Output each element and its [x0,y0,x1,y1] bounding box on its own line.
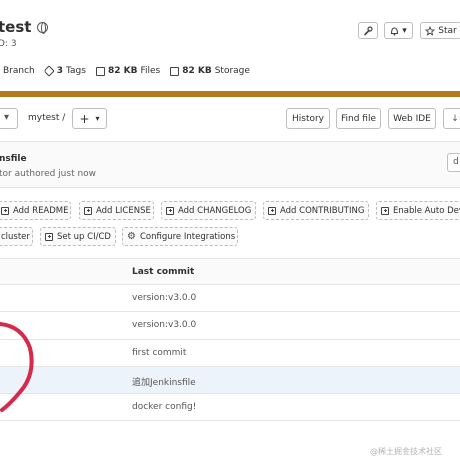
row-last-commit[interactable]: 追加Jenkinsfile [132,375,196,388]
clone-button[interactable]: ↓ [443,108,460,129]
project-title: test [0,18,49,36]
chevron-down-icon: ▾ [95,114,100,123]
add-license-label: Add LICENSE [96,205,151,216]
add-license-button[interactable]: Add LICENSE [79,201,154,220]
plus-square-icon [84,206,92,215]
chevron-down-icon: ▾ [4,112,10,123]
banner-bar [0,91,460,97]
table-row[interactable]: version:v3.0.0 [0,312,460,340]
row-last-commit[interactable]: version:v3.0.0 [132,293,196,303]
add-changelog-button[interactable]: Add CHANGELOG [161,201,256,220]
stat-storage[interactable]: 82 KB Storage [170,66,250,76]
setup-cicd-button[interactable]: Set up CI/CD [40,227,116,246]
plus-square-icon [166,206,174,215]
row-last-commit[interactable]: version:v3.0.0 [132,320,196,330]
table-row[interactable]: docker config! [0,394,460,422]
project-name: test [0,18,32,36]
commit-title[interactable]: nsfile [0,154,27,164]
chevron-down-icon: ▾ [402,25,407,36]
web-ide-button[interactable]: Web IDE [388,108,436,129]
globe-icon [37,21,49,34]
settings-button[interactable] [358,22,378,39]
add-changelog-label: Add CHANGELOG [178,205,252,216]
star-label: Star [438,25,457,36]
stat-storage-label: Storage [214,66,250,76]
branch-selector[interactable]: ▾ [0,108,18,129]
bell-icon [391,26,399,36]
add-readme-label: Add README [13,205,69,216]
table-row[interactable]: version:v3.0.0 [0,285,460,313]
tag-icon [43,65,55,77]
stat-storage-value: 82 KB [182,66,212,76]
stat-tags-value: 3 [56,66,64,76]
stat-files-value: 82 KB [107,66,138,76]
history-button[interactable]: History [286,108,330,129]
plus-square-icon [1,206,9,215]
add-contributing-button[interactable]: Add CONTRIBUTING [263,201,369,220]
add-to-tree-button[interactable]: + ▾ [72,108,107,129]
last-commit-panel: nsfile tor authored just now d [0,141,460,188]
add-cluster-button[interactable]: cluster [0,227,33,246]
download-icon: ↓ [451,113,459,124]
wrench-icon [364,25,373,35]
stat-branches[interactable]: Branch [0,66,35,76]
find-file-button[interactable]: Find file [336,108,381,129]
star-button[interactable]: Star [420,22,460,39]
row-last-commit[interactable]: first commit [132,348,186,358]
stat-tags[interactable]: 3 Tags [43,65,86,77]
setup-cicd-label: Set up CI/CD [57,231,111,242]
watermark: @稀土掘金技术社区 [370,447,442,456]
stat-branches-label: Branch [3,66,35,76]
file-tree-table: Last commit version:v3.0.0 version:v3.0.… [0,258,460,422]
add-readme-button[interactable]: Add README [0,201,71,220]
notifications-button[interactable]: ▾ [384,22,413,39]
configure-integrations-label: Configure Integrations [139,231,236,242]
star-icon [425,25,436,36]
table-row[interactable]: first commit [0,339,460,367]
project-id: D: 3 [0,39,17,49]
stat-tags-label: Tags [66,66,86,76]
table-header: Last commit [0,258,460,285]
enable-auto-devops-button[interactable]: Enable Auto Dev [376,201,460,220]
stat-files-label: Files [140,66,161,76]
configure-integrations-button[interactable]: ⚙ Configure Integrations [122,227,238,246]
commit-time: authored just now [11,169,97,179]
commit-sha-button[interactable]: d [447,153,460,172]
commit-author[interactable]: tor [0,169,12,179]
project-stats: Branch 3 Tags 82 KB Files 82 KB Storage [0,65,250,77]
storage-icon [170,66,180,76]
add-cluster-label: cluster [1,231,30,242]
gear-icon: ⚙ [127,231,136,242]
breadcrumb[interactable]: mytest / [28,113,65,123]
table-row-highlighted[interactable]: 追加Jenkinsfile [0,366,460,395]
plus-square-icon [268,206,276,215]
stat-files[interactable]: 82 KB Files [95,66,161,76]
last-commit-column-header: Last commit [132,267,195,277]
add-contributing-label: Add CONTRIBUTING [280,205,365,216]
plus-square-icon [45,232,53,241]
commit-meta: tor authored just now [0,169,96,179]
plus-icon: + [79,111,90,126]
enable-auto-devops-label: Enable Auto Dev [393,205,460,216]
row-last-commit[interactable]: docker config! [132,402,196,412]
files-icon [95,66,105,76]
plus-square-icon [381,206,389,215]
